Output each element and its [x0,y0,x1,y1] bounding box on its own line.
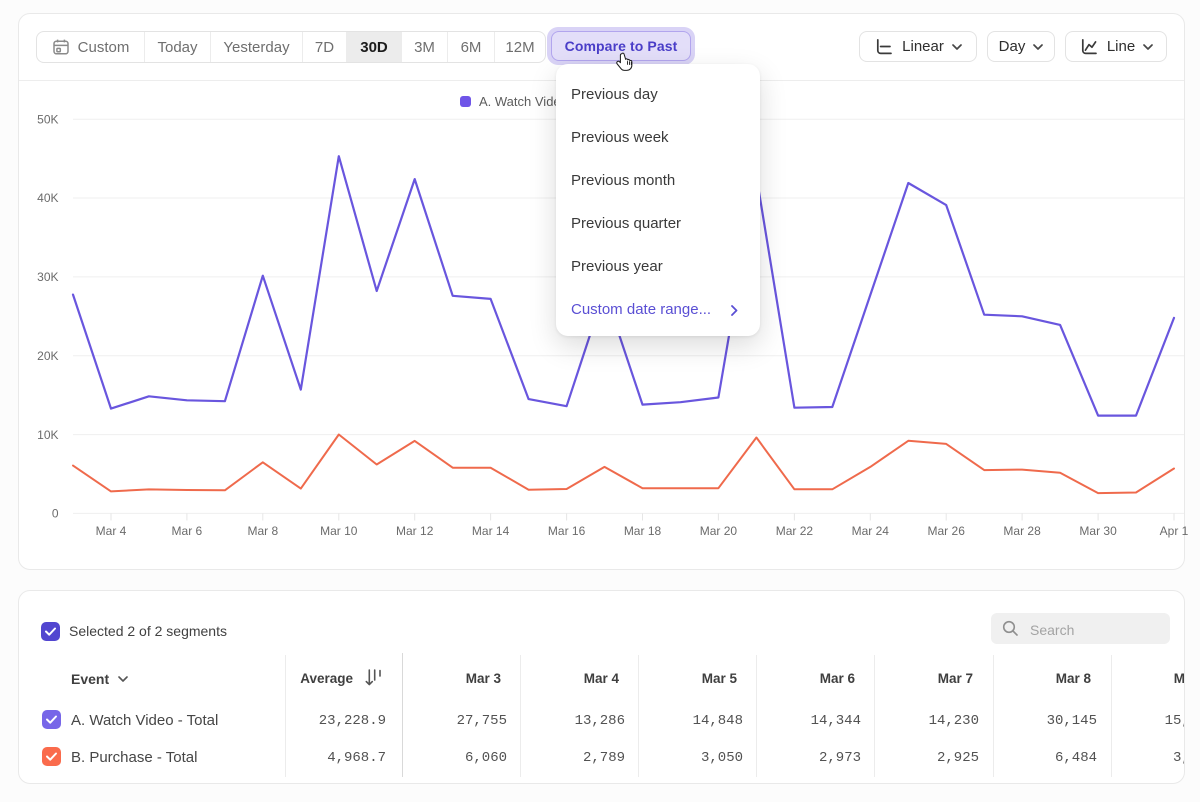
svg-text:30K: 30K [37,270,58,284]
svg-text:Mar 14: Mar 14 [472,524,510,538]
svg-text:50K: 50K [37,112,58,126]
svg-text:Mar 8: Mar 8 [247,524,278,538]
svg-text:Mar 10: Mar 10 [320,524,358,538]
svg-text:Mar 24: Mar 24 [852,524,890,538]
svg-text:Apr 1: Apr 1 [1160,524,1189,538]
svg-text:40K: 40K [37,191,58,205]
svg-text:Mar 26: Mar 26 [928,524,966,538]
svg-text:Mar 18: Mar 18 [624,524,662,538]
svg-text:Mar 20: Mar 20 [700,524,738,538]
svg-text:0: 0 [52,507,59,521]
svg-text:10K: 10K [37,428,58,442]
svg-text:Mar 12: Mar 12 [396,524,434,538]
svg-text:Mar 6: Mar 6 [172,524,203,538]
svg-text:Mar 28: Mar 28 [1003,524,1041,538]
svg-text:Mar 4: Mar 4 [96,524,127,538]
svg-text:Mar 30: Mar 30 [1079,524,1117,538]
svg-text:Mar 22: Mar 22 [776,524,814,538]
svg-text:Mar 16: Mar 16 [548,524,586,538]
svg-text:20K: 20K [37,349,58,363]
